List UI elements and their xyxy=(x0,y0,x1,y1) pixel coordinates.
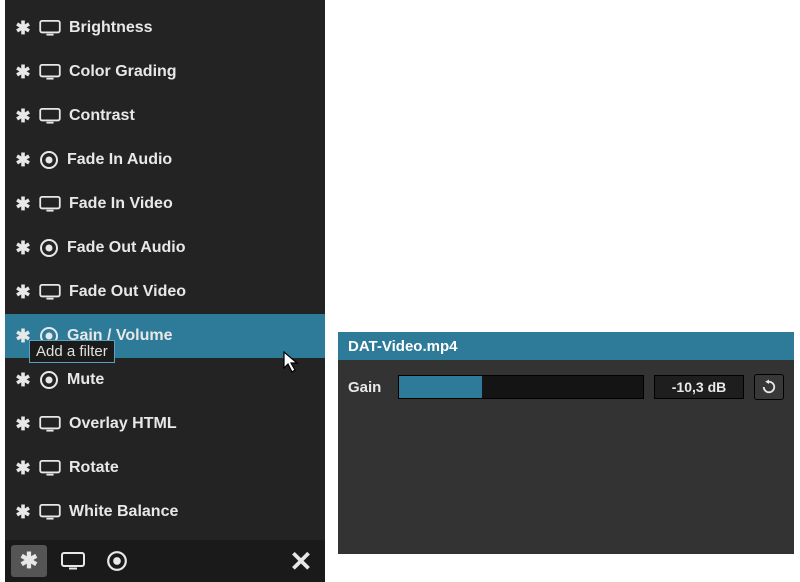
screen-icon xyxy=(39,108,61,124)
filter-label: Fade Out Video xyxy=(69,283,186,301)
filter-item-white-balance[interactable]: ✱ White Balance xyxy=(5,490,325,534)
audio-icon xyxy=(39,370,59,390)
filter-label: White Balance xyxy=(69,503,178,521)
reset-button[interactable] xyxy=(754,374,784,400)
filter-list: ✱ Brightness ✱ Color Grading ✱ Contrast … xyxy=(5,0,325,540)
asterisk-icon: ✱ xyxy=(15,460,31,476)
filter-properties-panel: DAT-Video.mp4 Gain -10,3 dB xyxy=(338,332,794,554)
filter-label: Color Grading xyxy=(69,63,177,81)
audio-icon xyxy=(39,326,59,346)
filter-label: Brightness xyxy=(69,19,153,37)
asterisk-icon: ✱ xyxy=(15,108,31,124)
screen-icon xyxy=(39,20,61,36)
gain-label: Gain xyxy=(348,379,388,396)
filter-label: Contrast xyxy=(69,107,135,125)
gain-slider[interactable] xyxy=(398,375,644,399)
asterisk-icon: ✱ xyxy=(15,196,31,212)
filter-item-mute[interactable]: ✱ Mute xyxy=(5,358,325,402)
asterisk-icon: ✱ xyxy=(15,328,31,344)
filter-item-gain-volume[interactable]: ✱ Gain / Volume xyxy=(5,314,325,358)
asterisk-icon: ✱ xyxy=(15,284,31,300)
audio-category-button[interactable] xyxy=(99,545,135,577)
filter-label: Fade Out Audio xyxy=(67,239,186,257)
filter-toolbar: ✱ ✕ xyxy=(5,540,325,582)
filter-item-rotate[interactable]: ✱ Rotate xyxy=(5,446,325,490)
filter-label: Fade In Video xyxy=(69,195,173,213)
add-filter-button[interactable]: ✱ xyxy=(11,545,47,577)
audio-icon xyxy=(39,238,59,258)
filter-label: Mute xyxy=(67,371,104,389)
screen-icon xyxy=(39,196,61,212)
properties-title: DAT-Video.mp4 xyxy=(338,332,794,360)
screen-icon xyxy=(39,284,61,300)
filter-list-panel: ✱ Brightness ✱ Color Grading ✱ Contrast … xyxy=(5,0,325,582)
asterisk-icon: ✱ xyxy=(15,64,31,80)
asterisk-icon: ✱ xyxy=(15,152,31,168)
video-category-button[interactable] xyxy=(55,545,91,577)
filter-item-fade-out-video[interactable]: ✱ Fade Out Video xyxy=(5,270,325,314)
screen-icon xyxy=(39,504,61,520)
filter-label: Gain / Volume xyxy=(67,327,173,345)
close-icon: ✕ xyxy=(289,545,312,578)
gain-value-field[interactable]: -10,3 dB xyxy=(654,375,744,399)
filter-label: Rotate xyxy=(69,459,119,477)
filter-item-fade-out-audio[interactable]: ✱ Fade Out Audio xyxy=(5,226,325,270)
filter-item-color-grading[interactable]: ✱ Color Grading xyxy=(5,50,325,94)
filter-item-fade-in-video[interactable]: ✱ Fade In Video xyxy=(5,182,325,226)
filter-label: Overlay HTML xyxy=(69,415,177,433)
file-name: DAT-Video.mp4 xyxy=(348,338,457,355)
asterisk-icon: ✱ xyxy=(15,416,31,432)
filter-item-contrast[interactable]: ✱ Contrast xyxy=(5,94,325,138)
filter-label: Fade In Audio xyxy=(67,151,172,169)
audio-icon xyxy=(39,150,59,170)
gain-row: Gain -10,3 dB xyxy=(348,374,784,400)
screen-icon xyxy=(39,416,61,432)
screen-icon xyxy=(39,64,61,80)
filter-item-fade-in-audio[interactable]: ✱ Fade In Audio xyxy=(5,138,325,182)
screen-icon xyxy=(39,460,61,476)
close-button[interactable]: ✕ xyxy=(283,545,319,577)
asterisk-icon: ✱ xyxy=(21,553,37,569)
asterisk-icon: ✱ xyxy=(15,372,31,388)
filter-item-overlay-html[interactable]: ✱ Overlay HTML xyxy=(5,402,325,446)
gain-slider-fill xyxy=(399,376,482,398)
properties-body: Gain -10,3 dB xyxy=(338,360,794,414)
filter-item-brightness[interactable]: ✱ Brightness xyxy=(5,6,325,50)
asterisk-icon: ✱ xyxy=(15,20,31,36)
asterisk-icon: ✱ xyxy=(15,504,31,520)
asterisk-icon: ✱ xyxy=(15,240,31,256)
